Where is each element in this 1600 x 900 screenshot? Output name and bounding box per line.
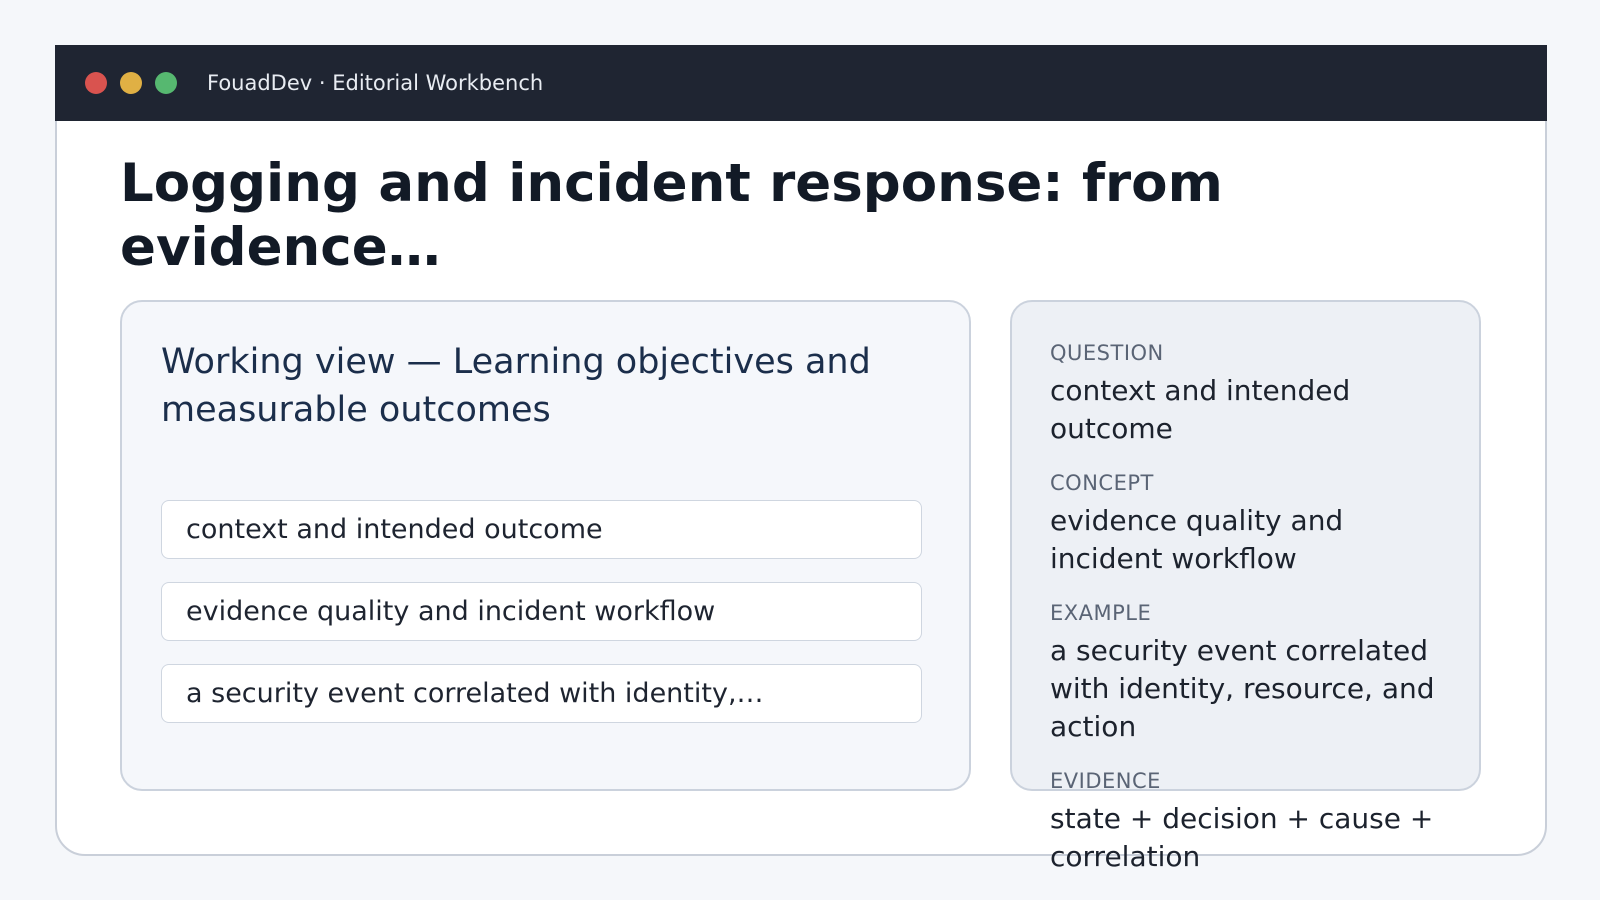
working-view-heading: Working view — Learning objectives and m… — [161, 342, 871, 430]
page-title: Logging and incident response: from evid… — [120, 153, 1223, 278]
fact-label: CONCEPT — [1050, 471, 1154, 495]
app-title: FouadDev · Editorial Workbench — [207, 71, 544, 95]
fact-value: evidence quality and incident workflow — [1050, 504, 1344, 575]
list-item[interactable]: a security event correlated with identit… — [161, 664, 922, 723]
fact-label: EVIDENCE — [1050, 769, 1161, 793]
fact-evidence: EVIDENCE state + decision + cause + corr… — [1050, 768, 1460, 876]
fact-label: EXAMPLE — [1050, 601, 1152, 625]
maximize-window-button[interactable] — [155, 72, 177, 94]
title-bar: FouadDev · Editorial Workbench — [55, 45, 1547, 121]
fact-concept: CONCEPT evidence quality and incident wo… — [1050, 470, 1460, 578]
fact-value: a security event correlated with identit… — [1050, 634, 1435, 743]
list-item[interactable]: evidence quality and incident workflow — [161, 582, 922, 641]
fact-question: QUESTION context and intended outcome — [1050, 340, 1460, 448]
fact-value: context and intended outcome — [1050, 374, 1351, 445]
fact-label: QUESTION — [1050, 341, 1164, 365]
minimize-window-button[interactable] — [120, 72, 142, 94]
working-view-card: Working view — Learning objectives and m… — [120, 300, 971, 791]
fact-example: EXAMPLE a security event correlated with… — [1050, 600, 1460, 746]
fact-value: state + decision + cause + correlation — [1050, 802, 1434, 873]
close-window-button[interactable] — [85, 72, 107, 94]
facts-list: QUESTION context and intended outcome CO… — [1050, 340, 1460, 898]
list-item[interactable]: context and intended outcome — [161, 500, 922, 559]
